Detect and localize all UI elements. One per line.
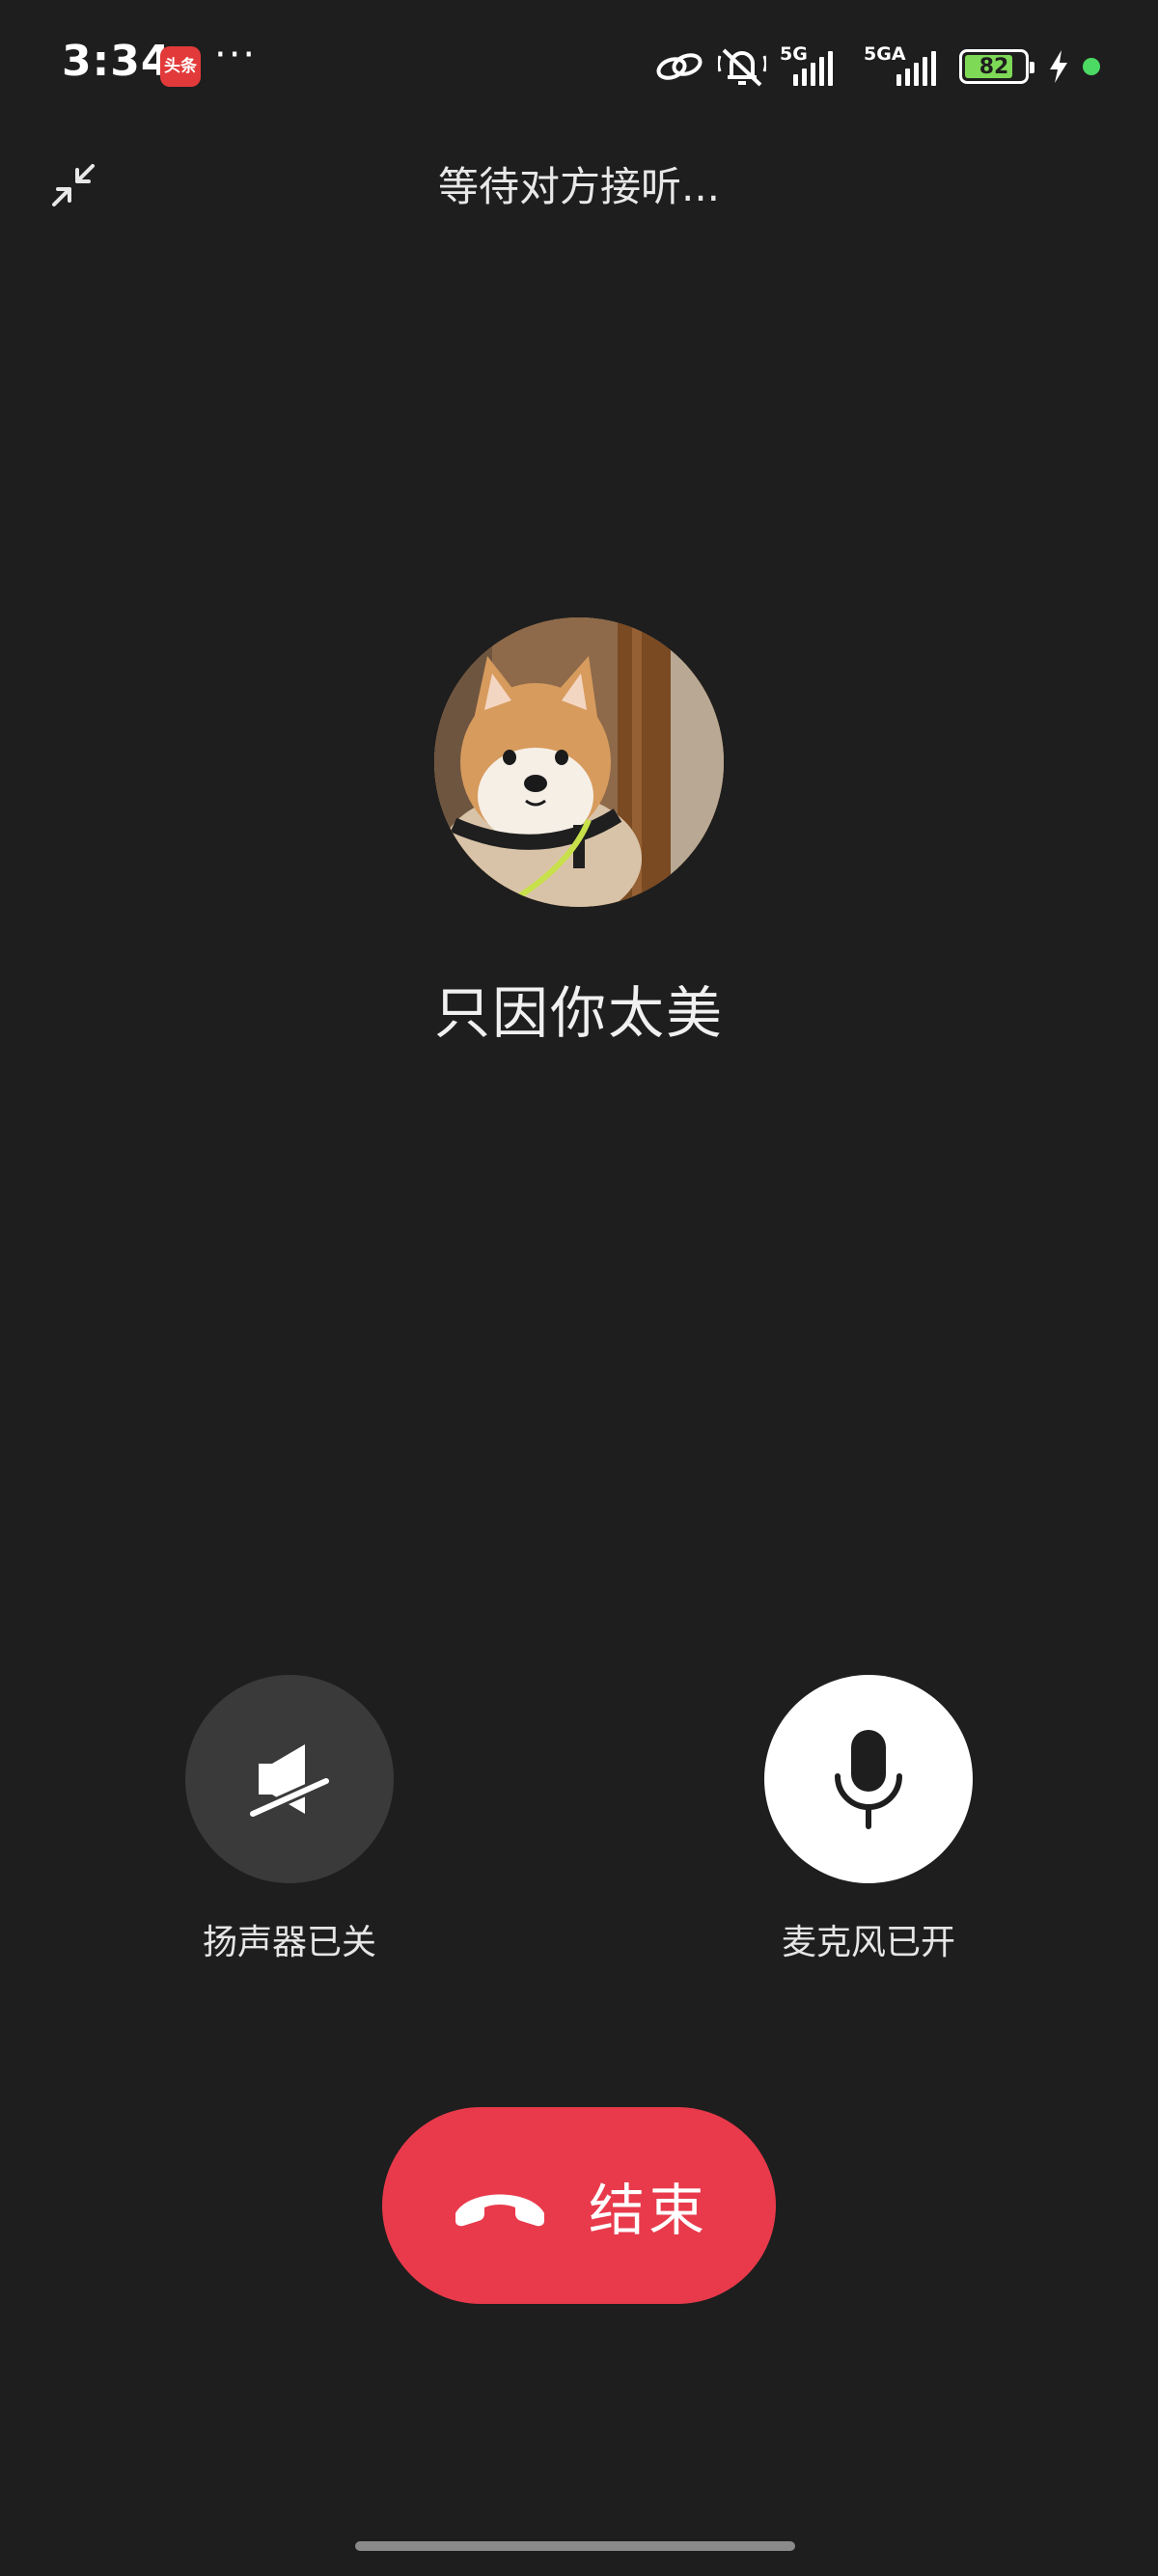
link-icon	[656, 53, 703, 80]
call-status-text: 等待对方接听...	[437, 163, 721, 210]
privacy-indicator-dot	[1083, 58, 1100, 75]
signal-5g: 5G	[780, 43, 833, 86]
speaker-status-label: 扬声器已关	[202, 1923, 376, 1962]
hang-up-icon	[455, 2194, 544, 2227]
network-type-1: 5G	[780, 43, 808, 65]
battery-percent: 82	[979, 54, 1009, 79]
end-call-label: 结束	[588, 2178, 708, 2243]
speaker-toggle-button[interactable]	[185, 1675, 394, 1883]
microphone-icon	[835, 1730, 902, 1829]
status-time: 3:34	[62, 37, 172, 86]
battery-icon: 82	[959, 49, 1034, 84]
end-call-button[interactable]: 结束	[382, 2107, 776, 2304]
home-indicator[interactable]	[355, 2541, 795, 2551]
microphone-status-label: 麦克风已开	[781, 1923, 955, 1962]
microphone-toggle-button[interactable]	[764, 1675, 973, 1883]
charging-icon	[1050, 50, 1067, 83]
network-type-2: 5GA	[864, 43, 906, 65]
call-screen: 3:34 头条 ··· 5G 5GA 82 等待对方接听... 只因你太美 扬声…	[0, 0, 1158, 2576]
status-bar: 3:34 头条 ··· 5G 5GA 82	[0, 0, 1158, 130]
signal-5ga: 5GA	[864, 43, 936, 86]
speaker-off-icon	[247, 1744, 332, 1820]
contact-avatar	[434, 617, 724, 907]
shiba-dog-avatar-image	[434, 617, 724, 907]
more-notifications-icon: ···	[214, 33, 258, 77]
contact-name: 只因你太美	[433, 980, 724, 1046]
app-notification-badge: 头条	[160, 46, 201, 87]
status-icons: 5G 5GA 82	[654, 41, 1100, 93]
vibrate-muted-icon	[718, 48, 766, 87]
